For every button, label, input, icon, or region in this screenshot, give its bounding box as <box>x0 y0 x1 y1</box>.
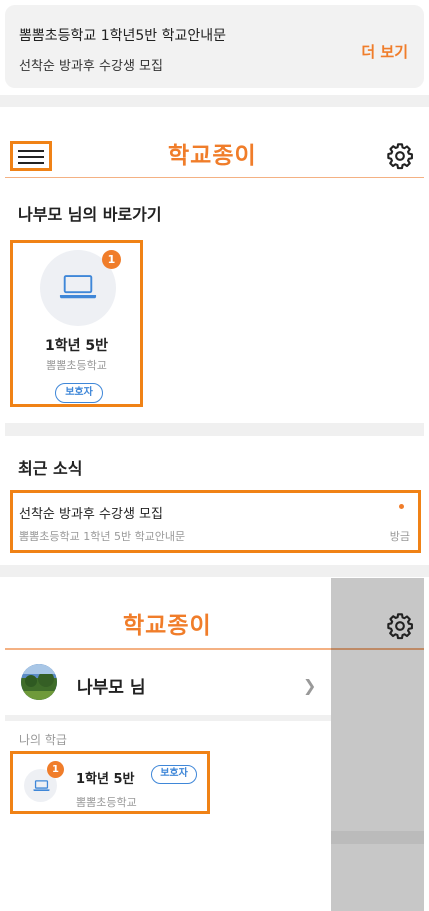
class-shortcut-card[interactable]: 1 1학년 5반 뽐뽐초등학교 보호자 <box>10 240 143 407</box>
news-title: 선착순 방과후 수강생 모집 <box>19 507 163 522</box>
shortcuts-title: 나부모 님의 바로가기 <box>18 205 162 224</box>
news-subtitle: 뽐뽐초등학교 1학년 5반 학교안내문 <box>19 530 186 543</box>
section-gap <box>5 423 424 436</box>
laptop-icon <box>33 780 50 791</box>
class-name: 1학년 5반 <box>45 338 108 354</box>
unread-dot <box>399 504 404 509</box>
school-name: 뽐뽐초등학교 <box>46 359 107 372</box>
landscape-photo <box>21 664 57 700</box>
menu-icon <box>18 150 44 152</box>
more-button[interactable]: 더 보기 <box>361 41 408 62</box>
role-badge: 보호자 <box>55 383 103 403</box>
home-screen: 학교종이 나부모 님의 바로가기 1 1학년 5반 뽐뽐초등학교 보호자 최근 … <box>5 110 424 564</box>
news-time: 방금 <box>389 530 410 543</box>
notification-badge: 1 <box>102 250 121 269</box>
section-divider <box>5 715 331 721</box>
my-classes-label: 나의 학급 <box>19 733 67 747</box>
app-header: 학교종이 <box>5 110 424 178</box>
profile-avatar <box>21 664 57 700</box>
role-badge: 보호자 <box>151 765 197 784</box>
app-logo: 학교종이 <box>168 143 257 169</box>
menu-button[interactable] <box>10 141 52 171</box>
laptop-icon <box>59 275 97 299</box>
notification-banner[interactable]: 뽐뽐초등학교 1학년5반 학교안내문 선착순 방과후 수강생 모집 더 보기 <box>5 5 424 88</box>
dim-overlay[interactable] <box>331 578 424 911</box>
chevron-right-icon[interactable]: ❯ <box>303 676 316 695</box>
news-item[interactable]: 선착순 방과후 수강생 모집 뽐뽐초등학교 1학년 5반 학교안내문 방금 <box>10 490 421 553</box>
menu-icon <box>18 162 44 164</box>
profile-name[interactable]: 나부모 님 <box>77 673 145 698</box>
section-gap <box>0 565 429 577</box>
section-gap <box>0 95 429 107</box>
school-name: 뽐뽐초등학교 <box>76 796 137 809</box>
side-menu-screen: 학교종이 나부모 님 ❯ 나의 학급 1 1학년 5반 보호자 뽐뽐초등학교 <box>5 578 424 911</box>
overlay-band <box>331 831 424 844</box>
settings-gear-icon[interactable] <box>386 142 414 170</box>
notification-badge: 1 <box>47 761 64 778</box>
notification-body: 선착순 방과후 수강생 모집 <box>19 59 163 74</box>
menu-app-logo: 학교종이 <box>123 613 212 639</box>
settings-gear-icon[interactable] <box>386 612 414 640</box>
class-name: 1학년 5반 <box>76 772 135 787</box>
notification-title: 뽐뽐초등학교 1학년5반 학교안내문 <box>19 28 227 44</box>
recent-news-title: 최근 소식 <box>18 459 83 478</box>
menu-icon <box>18 156 44 158</box>
my-class-item[interactable]: 1 1학년 5반 보호자 뽐뽐초등학교 <box>10 751 210 814</box>
